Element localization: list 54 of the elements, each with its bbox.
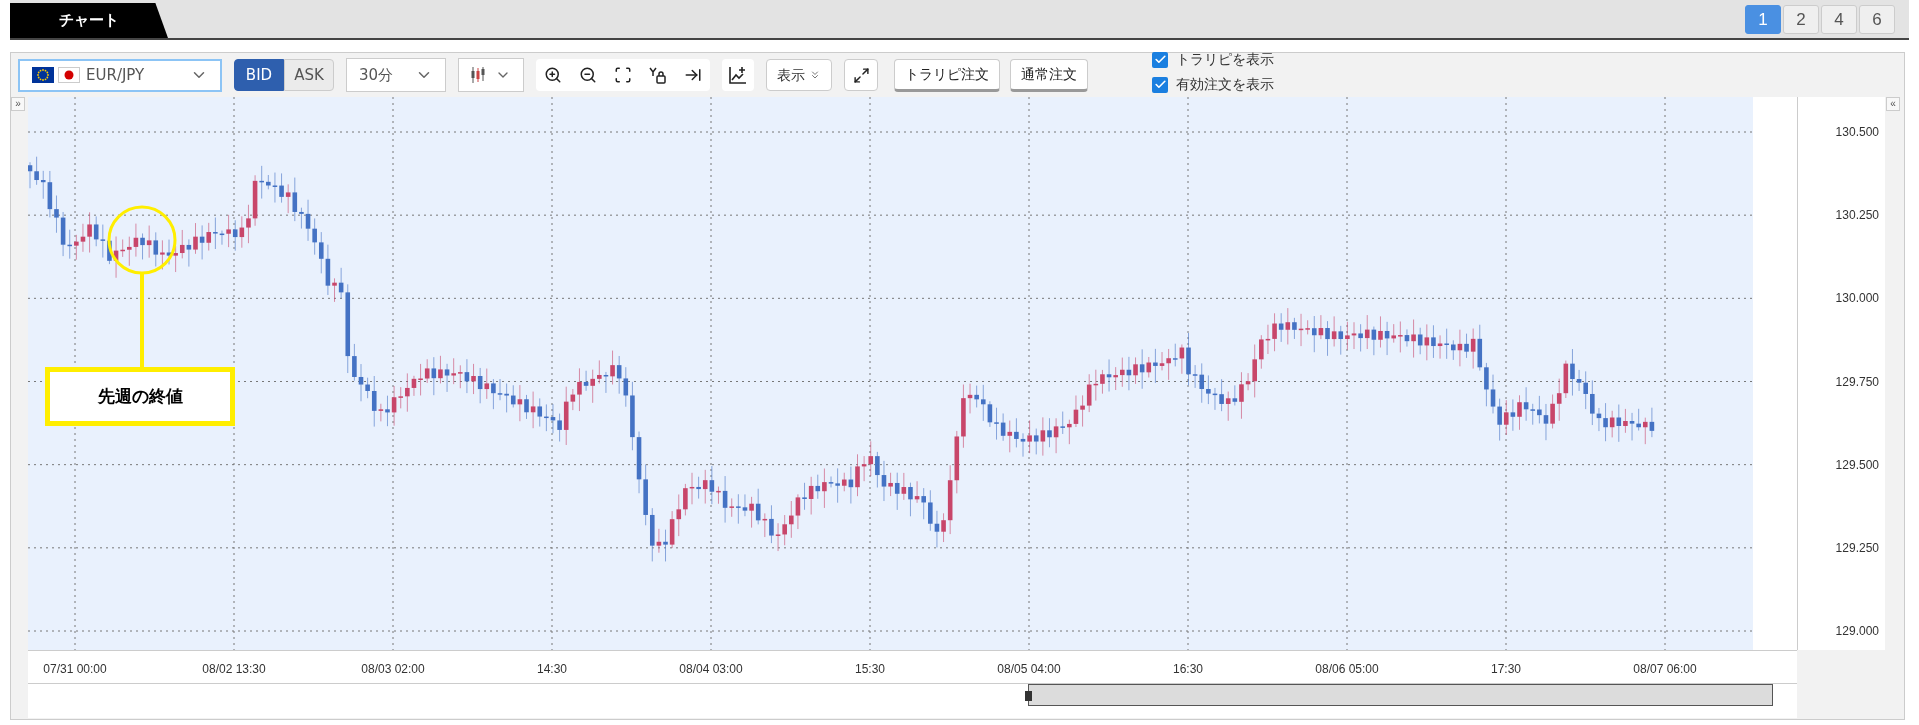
y-lock-icon [649, 66, 667, 84]
order-button[interactable]: 通常注文 [1010, 58, 1088, 92]
frame-corners-icon [614, 66, 632, 84]
x-axis-label: 16:30 [1173, 661, 1203, 678]
y-axis-label: 130.250 [1835, 207, 1879, 225]
chart-type-select[interactable] [458, 58, 524, 92]
x-axis-label: 08/04 03:00 [679, 661, 743, 678]
arrow-to-line-icon [684, 66, 702, 84]
y-axis-label: 129.000 [1835, 623, 1879, 640]
zoom-out-icon [579, 66, 597, 84]
y-axis-label: 129.250 [1835, 539, 1879, 557]
x-axis-label: 08/06 05:00 [1315, 661, 1379, 678]
layout-button[interactable]: 4 [1821, 5, 1857, 34]
callout-label: 先週の終値 [45, 367, 235, 426]
currency-pair-select[interactable]: EUR/JPY [18, 58, 222, 92]
layout-button[interactable]: 6 [1859, 5, 1895, 34]
checkbox[interactable] [1152, 51, 1168, 68]
x-axis-label: 08/02 13:30 [202, 661, 266, 678]
x-axis-label: 14:30 [537, 661, 567, 678]
expand-left-button[interactable]: » [11, 97, 25, 111]
interval-select[interactable]: 30分 [346, 58, 446, 92]
order-button[interactable]: トラリピ注文 [894, 58, 1000, 92]
expand-button[interactable] [844, 59, 878, 91]
price-type-button[interactable]: BID [234, 59, 284, 91]
x-axis-label: 08/05 04:00 [997, 661, 1061, 678]
chart-plus-icon [728, 65, 748, 85]
x-axis-label: 15:30 [855, 661, 885, 678]
chart-tab[interactable]: チャート [10, 3, 168, 38]
y-axis-label: 129.750 [1835, 373, 1879, 391]
x-axis-label: 08/07 06:00 [1633, 661, 1697, 678]
expand-arrows-icon [852, 66, 870, 84]
zoom-in-icon [544, 66, 562, 84]
checkbox-label: 有効注文を表示 [1176, 75, 1274, 94]
checkbox[interactable] [1152, 76, 1168, 93]
x-axis-label: 08/03 02:00 [361, 661, 425, 678]
range-scroller[interactable] [1028, 684, 1773, 706]
candlestick-icon [471, 66, 485, 84]
checkbox-label: トラリピを表示 [1176, 50, 1274, 69]
display-menu-button[interactable]: 表示 [766, 59, 832, 91]
y-axis-label: 130.500 [1835, 124, 1879, 141]
double-chevron-icon [809, 69, 821, 81]
y-axis-label: 130.000 [1835, 290, 1879, 308]
x-axis-label: 17:30 [1491, 661, 1521, 678]
check-icon [1153, 53, 1167, 66]
price-type-button[interactable]: ASK [284, 59, 334, 91]
add-indicator-button[interactable] [722, 59, 754, 91]
japan-flag-icon [58, 67, 80, 83]
y-axis-label: 129.500 [1835, 456, 1879, 474]
check-icon [1153, 78, 1167, 91]
layout-button[interactable]: 2 [1783, 5, 1819, 34]
scroller-handle[interactable] [1025, 691, 1032, 701]
eu-flag-icon [32, 67, 54, 83]
x-axis-label: 07/31 00:00 [43, 661, 107, 678]
expand-right-button[interactable]: « [1886, 97, 1900, 111]
